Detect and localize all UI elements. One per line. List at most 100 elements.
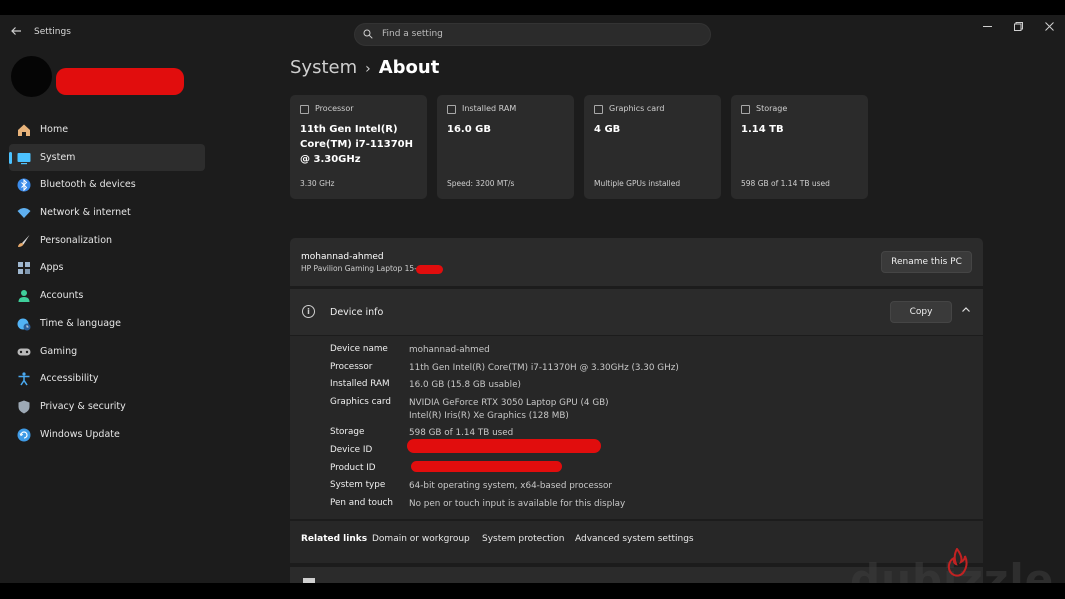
copy-button[interactable]: Copy <box>890 301 952 323</box>
info-value: 16.0 GB (15.8 GB usable) <box>409 380 521 390</box>
ram-icon <box>447 105 456 114</box>
sidebar-item-label: Windows Update <box>40 428 120 440</box>
info-value: NVIDIA GeForce RTX 3050 Laptop GPU (4 GB… <box>409 398 609 408</box>
breadcrumb-separator: › <box>365 61 371 77</box>
sidebar-item-label: System <box>40 151 76 163</box>
device-info-header[interactable]: i Device info Copy <box>290 289 983 335</box>
globe-clock-icon <box>17 318 31 331</box>
spec-value: 16.0 GB <box>447 124 491 135</box>
redaction-mark <box>407 439 601 453</box>
sidebar-item-apps[interactable]: Apps <box>9 254 205 282</box>
spec-label: Storage <box>756 104 788 113</box>
bluetooth-icon <box>17 178 31 192</box>
sidebar-item-label: Gaming <box>40 345 78 357</box>
update-icon <box>17 428 31 442</box>
sidebar-item-accounts[interactable]: Accounts <box>9 282 205 310</box>
spec-label: Installed RAM <box>462 104 517 113</box>
info-key: Device name <box>330 344 388 354</box>
accessibility-icon <box>18 372 30 386</box>
spec-subtext: Speed: 3200 MT/s <box>447 179 515 188</box>
device-info-title: Device info <box>330 307 384 318</box>
sidebar-item-label: Accessibility <box>40 373 99 385</box>
avatar[interactable] <box>11 56 52 97</box>
spec-card-graphics: Graphics card 4 GB Multiple GPUs install… <box>584 95 721 199</box>
sidebar-item-label: Home <box>40 124 69 135</box>
maximize-button[interactable] <box>1008 22 1028 36</box>
sidebar-item-accessibility[interactable]: Accessibility <box>9 365 205 393</box>
gamepad-icon <box>17 348 31 355</box>
spec-subtext: 598 GB of 1.14 TB used <box>741 179 830 188</box>
info-key: Storage <box>330 427 365 437</box>
info-key: Device ID <box>330 445 373 455</box>
info-icon: i <box>302 305 315 318</box>
brush-icon <box>18 234 30 247</box>
person-icon <box>18 290 30 303</box>
graphics-card-icon <box>594 105 603 114</box>
info-key: System type <box>330 480 386 490</box>
info-key: Processor <box>330 362 373 372</box>
app-title: Settings <box>34 27 71 37</box>
page-title: About <box>378 57 440 78</box>
sidebar-item-gaming[interactable]: Gaming <box>9 338 205 366</box>
sidebar-item-label: Network & internet <box>40 207 131 219</box>
sidebar-item-windows-update[interactable]: Windows Update <box>9 421 205 449</box>
pc-model: HP Pavilion Gaming Laptop 15- <box>301 264 417 273</box>
device-info-list: Device name mohannad-ahmed Processor 11t… <box>290 336 983 519</box>
info-value: Intel(R) Iris(R) Xe Graphics (128 MB) <box>409 411 569 421</box>
spec-value: 4 GB <box>594 124 621 135</box>
settings-window: Settings Find a setting Home System Blue… <box>0 15 1065 583</box>
spec-card-storage: Storage 1.14 TB 598 GB of 1.14 TB used <box>731 95 868 199</box>
watermark-logo-icon <box>947 548 968 577</box>
link-domain-workgroup[interactable]: Domain or workgroup <box>372 534 470 544</box>
breadcrumb: System › About <box>290 57 439 78</box>
spec-label: Graphics card <box>609 104 665 113</box>
spec-value: 11th Gen Intel(R) Core(TM) i7-11370H @ 3… <box>300 124 414 165</box>
link-advanced-system-settings[interactable]: Advanced system settings <box>575 534 694 544</box>
info-key: Pen and touch <box>330 498 393 508</box>
spec-card-processor: Processor 11th Gen Intel(R) Core(TM) i7-… <box>290 95 427 199</box>
sidebar-item-label: Accounts <box>40 290 84 302</box>
info-key: Installed RAM <box>330 379 390 389</box>
sidebar-item-label: Apps <box>40 262 64 274</box>
title-bar: Settings Find a setting <box>0 15 1065 51</box>
shield-icon <box>18 400 30 414</box>
info-key: Graphics card <box>330 397 391 407</box>
rename-pc-button[interactable]: Rename this PC <box>881 251 972 273</box>
sidebar-item-label: Bluetooth & devices <box>40 179 136 191</box>
storage-icon <box>741 105 750 114</box>
search-input[interactable]: Find a setting <box>354 23 711 46</box>
pc-name-card: mohannad-ahmed HP Pavilion Gaming Laptop… <box>290 238 983 286</box>
breadcrumb-parent[interactable]: System <box>290 57 357 78</box>
processor-icon <box>300 105 309 114</box>
sidebar-item-privacy[interactable]: Privacy & security <box>9 393 205 421</box>
sidebar-item-label: Privacy & security <box>40 400 126 412</box>
redaction-mark <box>56 68 184 95</box>
sidebar-item-system[interactable]: System <box>9 143 205 172</box>
spec-label: Processor <box>315 104 354 113</box>
sidebar-item-home[interactable]: Home <box>9 116 205 144</box>
sidebar-item-network[interactable]: Network & internet <box>9 199 205 227</box>
related-links-title: Related links <box>301 534 368 544</box>
sidebar-item-time-language[interactable]: Time & language <box>9 310 205 338</box>
sidebar-item-personalization[interactable]: Personalization <box>9 227 205 255</box>
chevron-up-icon[interactable] <box>960 305 972 317</box>
redaction-mark <box>416 265 443 274</box>
spec-subtext: Multiple GPUs installed <box>594 179 681 188</box>
search-icon <box>363 29 373 39</box>
pc-name: mohannad-ahmed <box>301 252 384 262</box>
spec-card-ram: Installed RAM 16.0 GB Speed: 3200 MT/s <box>437 95 574 199</box>
info-value: 64-bit operating system, x64-based proce… <box>409 481 612 491</box>
spec-subtext: 3.30 GHz <box>300 179 335 188</box>
link-system-protection[interactable]: System protection <box>482 534 564 544</box>
back-arrow-icon[interactable] <box>8 25 24 41</box>
search-placeholder: Find a setting <box>382 29 443 39</box>
sidebar-item-bluetooth[interactable]: Bluetooth & devices <box>9 171 205 199</box>
sidebar-item-label: Personalization <box>40 234 113 246</box>
info-value: 11th Gen Intel(R) Core(TM) i7-11370H @ 3… <box>409 363 679 373</box>
sidebar-item-label: Time & language <box>40 317 121 329</box>
system-icon <box>17 152 31 164</box>
info-value: No pen or touch input is available for t… <box>409 499 626 509</box>
minimize-button[interactable] <box>977 22 997 36</box>
home-icon <box>18 124 30 136</box>
close-button[interactable] <box>1039 22 1059 36</box>
